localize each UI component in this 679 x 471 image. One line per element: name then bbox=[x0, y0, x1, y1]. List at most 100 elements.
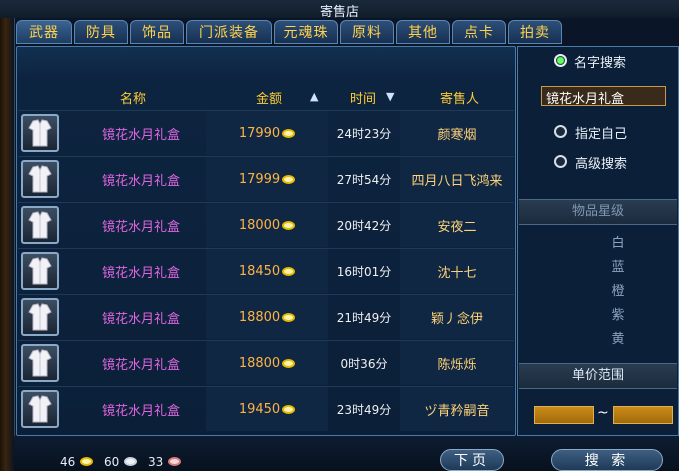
tab-point-cards[interactable]: 点卡 bbox=[452, 20, 506, 44]
table-row[interactable]: 镜花水月礼盒 18800 21时49分 颖丿念伊 bbox=[18, 294, 514, 339]
radio-specify-self[interactable] bbox=[554, 125, 567, 138]
price-value: 17999 bbox=[238, 171, 281, 187]
item-seller: 陈烁烁 bbox=[400, 341, 514, 385]
item-name: 镜花水月礼盒 bbox=[101, 174, 180, 189]
sort-desc-icon[interactable]: ▼ bbox=[386, 90, 394, 103]
radio-advanced-search[interactable] bbox=[554, 155, 567, 168]
item-price: 18000 bbox=[206, 203, 328, 247]
item-slot[interactable] bbox=[21, 160, 59, 198]
item-name: 镜花水月礼盒 bbox=[101, 404, 180, 419]
item-time: 20时42分 bbox=[336, 218, 392, 233]
item-seller: 颜寒烟 bbox=[400, 111, 514, 155]
price-min-input[interactable] bbox=[534, 406, 594, 424]
tab-sect-equipment[interactable]: 门派装备 bbox=[186, 20, 272, 44]
tab-auction[interactable]: 拍卖 bbox=[508, 20, 562, 44]
table-row[interactable]: 镜花水月礼盒 18000 20时42分 安夜二 bbox=[18, 202, 514, 247]
tab-weapons[interactable]: 武器 bbox=[16, 20, 72, 44]
item-slot[interactable] bbox=[21, 252, 59, 290]
header-time[interactable]: 时间 bbox=[350, 88, 376, 107]
item-price: 19450 bbox=[206, 387, 328, 431]
item-name: 镜花水月礼盒 bbox=[101, 220, 180, 235]
price-value: 18800 bbox=[238, 355, 281, 371]
window-title-bar: 寄售店 bbox=[0, 0, 679, 20]
tab-soul-beads[interactable]: 元魂珠 bbox=[274, 20, 338, 44]
table-row[interactable]: 镜花水月礼盒 17990 24时23分 颜寒烟 bbox=[18, 110, 514, 155]
tab-accessories[interactable]: 饰品 bbox=[130, 20, 184, 44]
price-max-input[interactable] bbox=[613, 406, 673, 424]
label-specify-self: 指定自己 bbox=[575, 127, 628, 142]
robe-icon bbox=[28, 303, 52, 331]
left-decoration bbox=[0, 18, 14, 471]
tab-materials[interactable]: 原料 bbox=[340, 20, 394, 44]
gold-amount: 46 bbox=[60, 455, 76, 469]
item-slot[interactable] bbox=[21, 390, 59, 428]
header-seller[interactable]: 寄售人 bbox=[440, 88, 479, 107]
table-header: 名称 金额 ▲ 时间 ▼ 寄售人 bbox=[20, 86, 515, 108]
item-seller: ヅ青矜嗣音 bbox=[400, 387, 514, 431]
sort-asc-icon[interactable]: ▲ bbox=[310, 90, 318, 103]
item-price: 18800 bbox=[206, 341, 328, 385]
item-time: 21时49分 bbox=[336, 310, 392, 325]
gold-coin-icon bbox=[282, 128, 296, 138]
search-button[interactable]: 搜 索 bbox=[551, 449, 663, 471]
silver-coin-icon bbox=[124, 457, 137, 466]
table-row[interactable]: 镜花水月礼盒 19450 23时49分 ヅ青矜嗣音 bbox=[18, 386, 514, 431]
quality-purple[interactable]: 紫 bbox=[598, 304, 638, 323]
quality-section-title: 物品星级 bbox=[519, 199, 677, 225]
tab-other[interactable]: 其他 bbox=[396, 20, 450, 44]
item-name-input[interactable]: 镜花水月礼盒 bbox=[541, 86, 666, 107]
item-slot[interactable] bbox=[21, 344, 59, 382]
item-price: 17999 bbox=[206, 157, 328, 201]
item-name: 镜花水月礼盒 bbox=[101, 128, 180, 143]
price-value: 19450 bbox=[238, 401, 281, 417]
label-advanced-search: 高级搜索 bbox=[575, 157, 628, 172]
copper-amount: 33 bbox=[148, 455, 164, 469]
item-price: 17990 bbox=[206, 111, 328, 155]
radio-name-search[interactable] bbox=[554, 54, 567, 67]
label-name-search: 名字搜索 bbox=[574, 56, 627, 71]
gold-coin-icon bbox=[282, 404, 296, 414]
item-name: 镜花水月礼盒 bbox=[101, 312, 180, 327]
gold-coin-icon bbox=[282, 266, 296, 276]
price-range-title: 单价范围 bbox=[519, 363, 677, 389]
range-separator: ~ bbox=[597, 405, 609, 421]
gold-coin-icon bbox=[282, 174, 296, 184]
robe-icon bbox=[28, 165, 52, 193]
item-price: 18450 bbox=[206, 249, 328, 293]
price-value: 18800 bbox=[238, 309, 281, 325]
item-slot[interactable] bbox=[21, 206, 59, 244]
robe-icon bbox=[28, 257, 52, 285]
item-time: 23时49分 bbox=[336, 402, 392, 417]
gold-coin-icon bbox=[282, 220, 296, 230]
quality-yellow[interactable]: 黄 bbox=[598, 328, 638, 347]
tab-armor[interactable]: 防具 bbox=[74, 20, 128, 44]
gold-coin-icon bbox=[80, 457, 93, 466]
item-time: 24时23分 bbox=[336, 126, 392, 141]
item-seller: 沈十七 bbox=[400, 249, 514, 293]
price-value: 18450 bbox=[238, 263, 281, 279]
item-time: 0时36分 bbox=[340, 356, 388, 371]
item-name: 镜花水月礼盒 bbox=[101, 358, 180, 373]
price-value: 18000 bbox=[238, 217, 281, 233]
price-value: 17990 bbox=[238, 125, 281, 141]
gold-coin-icon bbox=[282, 358, 296, 368]
item-slot[interactable] bbox=[21, 114, 59, 152]
item-slot[interactable] bbox=[21, 298, 59, 336]
robe-icon bbox=[28, 211, 52, 239]
header-name[interactable]: 名称 bbox=[120, 88, 146, 107]
quality-white[interactable]: 白 bbox=[598, 232, 638, 251]
gold-coin-icon bbox=[282, 312, 296, 322]
table-row[interactable]: 镜花水月礼盒 18450 16时01分 沈十七 bbox=[18, 248, 514, 293]
silver-amount: 60 bbox=[104, 455, 120, 469]
robe-icon bbox=[28, 395, 52, 423]
item-time: 27时54分 bbox=[336, 172, 392, 187]
robe-icon bbox=[28, 119, 52, 147]
next-page-button[interactable]: 下页 bbox=[440, 449, 504, 471]
quality-orange[interactable]: 橙 bbox=[598, 280, 638, 299]
quality-blue[interactable]: 蓝 bbox=[598, 256, 638, 275]
table-row[interactable]: 镜花水月礼盒 18800 0时36分 陈烁烁 bbox=[18, 340, 514, 385]
item-name: 镜花水月礼盒 bbox=[101, 266, 180, 281]
header-price[interactable]: 金额 bbox=[256, 88, 282, 107]
table-row[interactable]: 镜花水月礼盒 17999 27时54分 四月八日飞鸿来 bbox=[18, 156, 514, 201]
item-seller: 安夜二 bbox=[400, 203, 514, 247]
